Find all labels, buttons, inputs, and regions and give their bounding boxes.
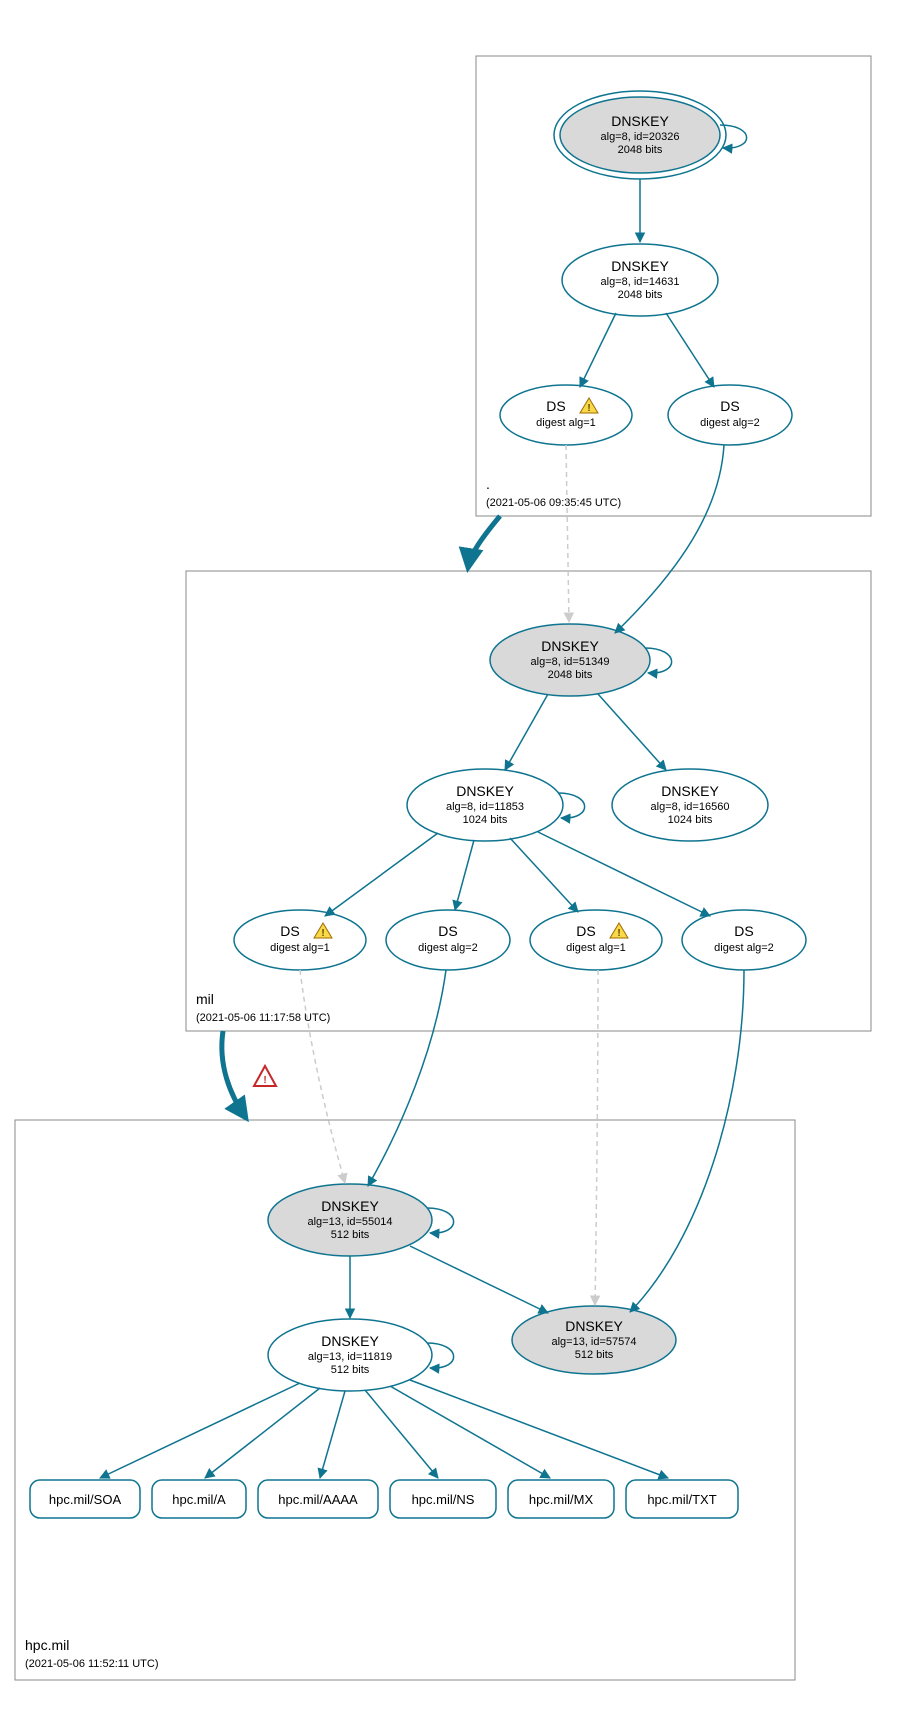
svg-text:512 bits: 512 bits [331,1229,370,1241]
svg-text:DNSKEY: DNSKEY [565,1318,623,1334]
zone-root-label: . [486,476,490,492]
node-root-zsk: DNSKEY alg=8, id=14631 2048 bits [562,244,718,316]
svg-text:alg=13, id=57574: alg=13, id=57574 [551,1336,636,1348]
node-mil-ds4: DS digest alg=2 [682,910,806,970]
svg-text:!: ! [587,403,590,414]
svg-text:DNSKEY: DNSKEY [321,1333,379,1349]
edge [455,840,474,910]
svg-text:DS: DS [720,398,739,414]
rr-row: hpc.mil/SOA hpc.mil/A hpc.mil/AAAA hpc.m… [30,1480,738,1518]
edge [410,1380,668,1478]
svg-text:2048 bits: 2048 bits [548,669,593,681]
svg-text:digest alg=2: digest alg=2 [700,417,760,429]
svg-text:digest alg=1: digest alg=1 [566,942,626,954]
edge [390,1386,550,1478]
svg-text:alg=8, id=16560: alg=8, id=16560 [651,801,730,813]
zone-mil-label: mil [196,991,214,1007]
edge [320,1391,345,1478]
svg-text:!: ! [321,928,324,939]
svg-text:DS: DS [438,923,457,939]
node-mil-ksk: DNSKEY alg=8, id=51349 2048 bits [490,624,650,696]
svg-text:alg=8, id=20326: alg=8, id=20326 [601,131,680,143]
node-mil-zsk1: DNSKEY alg=8, id=11853 1024 bits [407,769,563,841]
svg-text:hpc.mil/AAAA: hpc.mil/AAAA [278,1492,358,1507]
zone-hpc-time: (2021-05-06 11:52:11 UTC) [25,1658,159,1670]
svg-text:DNSKEY: DNSKEY [541,638,599,654]
svg-text:!: ! [263,1075,266,1086]
edge-insecure [566,445,569,622]
edge [368,970,446,1186]
node-hpc-ksk1: DNSKEY alg=13, id=55014 512 bits [268,1184,432,1256]
svg-text:2048 bits: 2048 bits [618,289,663,301]
edge [580,313,616,387]
svg-text:DNSKEY: DNSKEY [661,783,719,799]
delegation-arrow [222,1031,246,1118]
zone-hpc-label: hpc.mil [25,1637,69,1653]
node-hpc-ksk2: DNSKEY alg=13, id=57574 512 bits [512,1306,676,1374]
svg-text:512 bits: 512 bits [575,1349,614,1361]
edge [410,1246,548,1313]
svg-text:digest alg=2: digest alg=2 [418,942,478,954]
node-root-ksk: DNSKEY alg=8, id=20326 2048 bits [554,91,726,179]
svg-text:alg=13, id=55014: alg=13, id=55014 [307,1216,392,1228]
svg-text:DNSKEY: DNSKEY [456,783,514,799]
svg-text:DNSKEY: DNSKEY [611,258,669,274]
edge [365,1390,438,1478]
svg-text:alg=8, id=11853: alg=8, id=11853 [446,801,524,813]
svg-text:DNSKEY: DNSKEY [321,1198,379,1214]
edge-insecure [595,970,598,1305]
edge [666,313,714,387]
svg-text:1024 bits: 1024 bits [668,814,713,826]
svg-text:digest alg=2: digest alg=2 [714,942,774,954]
node-mil-ds3: DS digest alg=1 ! [530,910,662,970]
zone-mil-time: (2021-05-06 11:17:58 UTC) [196,1012,330,1024]
edge [598,694,666,770]
node-hpc-zsk: DNSKEY alg=13, id=11819 512 bits [268,1319,432,1391]
svg-text:DS: DS [576,923,595,939]
zone-root-time: (2021-05-06 09:35:45 UTC) [486,497,621,509]
delegation-arrow [468,516,500,568]
svg-text:DS: DS [546,398,565,414]
svg-text:alg=8, id=14631: alg=8, id=14631 [601,276,680,288]
svg-text:hpc.mil/MX: hpc.mil/MX [529,1492,594,1507]
node-mil-ds2: DS digest alg=2 [386,910,510,970]
node-root-ds1: DS digest alg=1 ! [500,385,632,445]
svg-text:digest alg=1: digest alg=1 [270,942,330,954]
edge [510,838,578,912]
svg-text:DNSKEY: DNSKEY [611,113,669,129]
svg-text:1024 bits: 1024 bits [463,814,508,826]
node-mil-ds1: DS digest alg=1 ! [234,910,366,970]
edge-insecure [300,970,345,1183]
node-mil-zsk2: DNSKEY alg=8, id=16560 1024 bits [612,769,768,841]
edge [325,833,438,916]
svg-text:hpc.mil/A: hpc.mil/A [172,1492,226,1507]
svg-text:2048 bits: 2048 bits [618,144,663,156]
edge [630,970,744,1312]
svg-text:digest alg=1: digest alg=1 [536,417,596,429]
svg-text:hpc.mil/TXT: hpc.mil/TXT [647,1492,716,1507]
svg-text:hpc.mil/NS: hpc.mil/NS [412,1492,475,1507]
svg-text:512 bits: 512 bits [331,1364,370,1376]
svg-text:DS: DS [280,923,299,939]
edge [538,832,710,916]
svg-text:alg=13, id=11819: alg=13, id=11819 [308,1351,392,1363]
svg-text:hpc.mil/SOA: hpc.mil/SOA [49,1492,122,1507]
svg-text:alg=8, id=51349: alg=8, id=51349 [531,656,610,668]
edge [615,445,724,633]
delegation-warning-icon: ! [254,1066,276,1086]
node-root-ds2: DS digest alg=2 [668,385,792,445]
edge [505,694,548,770]
edge [100,1383,300,1478]
svg-text:!: ! [617,928,620,939]
svg-text:DS: DS [734,923,753,939]
